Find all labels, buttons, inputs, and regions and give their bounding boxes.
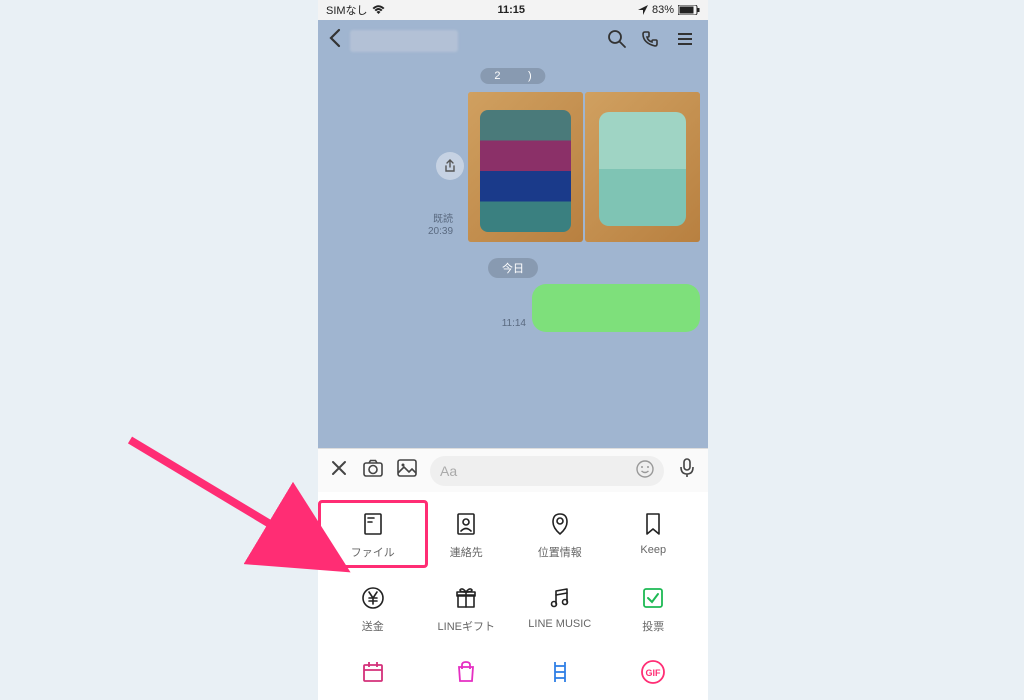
wifi-icon [372, 5, 385, 15]
input-placeholder: Aa [440, 463, 457, 479]
battery-pct: 83% [652, 4, 674, 16]
attach-item-yen[interactable]: 送金 [326, 584, 420, 634]
bookmark-icon [639, 510, 667, 538]
shopping-icon [452, 658, 480, 686]
music-icon [546, 584, 574, 612]
vote-icon [639, 584, 667, 612]
emoji-icon[interactable] [636, 460, 654, 481]
phone-frame: SIMなし 11:15 83% [318, 0, 708, 700]
attach-item-bookmark[interactable]: Keep [607, 510, 701, 560]
date-separator: 今日 [488, 258, 538, 278]
date-separator: 2 ) [480, 68, 545, 84]
attach-label: 送金 [362, 618, 384, 634]
attach-label: LINEギフト [438, 618, 495, 634]
back-button[interactable] [328, 28, 342, 54]
battery-icon [678, 5, 700, 15]
image-message[interactable] [468, 92, 700, 242]
attach-item-ladder[interactable] [513, 658, 607, 692]
image-thumbnail[interactable] [468, 92, 583, 242]
location-services-icon [638, 5, 648, 15]
status-bar: SIMなし 11:15 83% [318, 0, 708, 20]
clock: 11:15 [498, 4, 526, 16]
location-icon [546, 510, 574, 538]
microphone-icon[interactable] [676, 458, 698, 483]
message-input[interactable]: Aa [430, 456, 664, 486]
attach-label: 連絡先 [450, 544, 483, 560]
gift-icon [452, 584, 480, 612]
message-time: 11:14 [502, 318, 526, 329]
yen-icon [359, 584, 387, 612]
sent-message-bubble[interactable] [532, 284, 700, 332]
gif-icon: GIF [639, 658, 667, 686]
attach-item-music[interactable]: LINE MUSIC [513, 584, 607, 634]
message-meta: 既読 20:39 [428, 214, 453, 238]
attach-item-calendar[interactable] [326, 658, 420, 692]
gallery-icon[interactable] [396, 459, 418, 482]
attach-label: Keep [640, 544, 666, 556]
attach-label: 投票 [642, 618, 664, 634]
attach-item-location[interactable]: 位置情報 [513, 510, 607, 560]
attach-label: 位置情報 [538, 544, 582, 560]
ladder-icon [546, 658, 574, 686]
chat-title [350, 30, 458, 52]
attach-item-gift[interactable]: LINEギフト [420, 584, 514, 634]
image-thumbnail[interactable] [585, 92, 700, 242]
attach-label: LINE MUSIC [528, 618, 591, 630]
share-button[interactable] [436, 152, 464, 180]
file-icon [359, 510, 387, 538]
calendar-icon [359, 658, 387, 686]
attach-item-file[interactable]: ファイル [326, 510, 420, 560]
camera-icon[interactable] [362, 459, 384, 482]
attach-item-shopping[interactable] [420, 658, 514, 692]
attach-item-gif[interactable]: GIF [607, 658, 701, 692]
carrier-label: SIMなし [326, 2, 368, 18]
call-icon[interactable] [638, 29, 664, 54]
svg-text:GIF: GIF [646, 668, 662, 678]
contact-icon [452, 510, 480, 538]
attach-label: ファイル [351, 544, 395, 560]
chat-header [318, 20, 708, 62]
attach-item-contact[interactable]: 連絡先 [420, 510, 514, 560]
input-bar: Aa [318, 448, 708, 492]
close-attach-icon[interactable] [328, 460, 350, 481]
attach-item-vote[interactable]: 投票 [607, 584, 701, 634]
search-icon[interactable] [604, 29, 630, 54]
attachment-panel: ファイル 連絡先 位置情報 Keep 送金 LINEギフト LINE MUSIC 投票 GIF [318, 492, 708, 700]
menu-icon[interactable] [672, 29, 698, 54]
chat-body[interactable]: 2 ) 既読 20:39 今日 11:14 [318, 62, 708, 448]
